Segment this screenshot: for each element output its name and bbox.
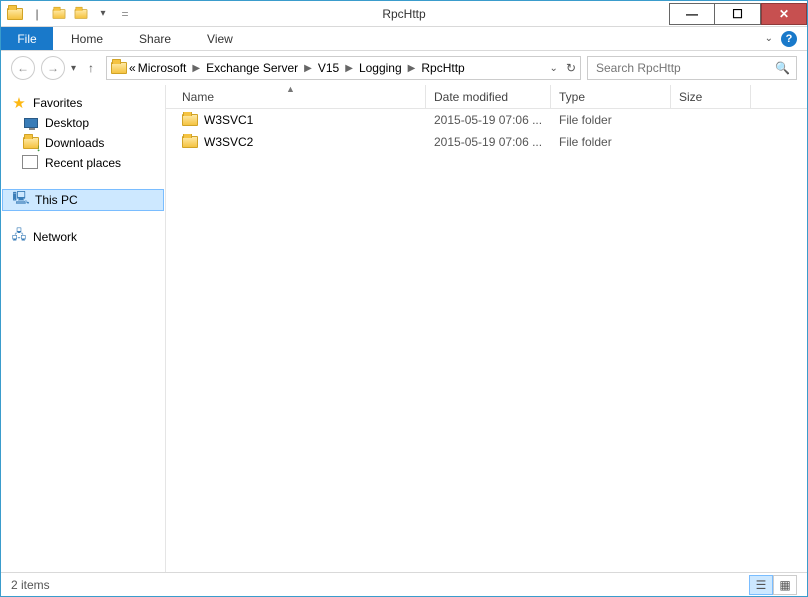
chevron-right-icon[interactable]: ▶ <box>404 63 420 74</box>
minimize-button[interactable]: — <box>669 3 715 25</box>
column-date[interactable]: Date modified <box>426 85 551 108</box>
back-button[interactable]: ← <box>11 56 35 80</box>
file-type: File folder <box>551 113 671 127</box>
sidebar-item-label: This PC <box>35 193 78 207</box>
details-view-button[interactable]: ☰ <box>749 575 773 595</box>
file-tab[interactable]: File <box>1 27 53 50</box>
file-type: File folder <box>551 135 671 149</box>
network-icon: 🖧 <box>11 229 27 245</box>
tab-home[interactable]: Home <box>53 27 121 50</box>
sidebar-item-label: Downloads <box>45 136 104 150</box>
thispc-group: 🖳 This PC <box>1 189 165 211</box>
icons-view-button[interactable]: ▦ <box>773 575 797 595</box>
search-input[interactable] <box>594 60 775 76</box>
up-button[interactable]: ↑ <box>82 59 100 77</box>
chevron-right-icon[interactable]: ▶ <box>188 63 204 74</box>
breadcrumb-item[interactable]: RpcHttp <box>421 61 464 75</box>
file-list-pane: ▲ Name Date modified Type Size W3SVC1 20… <box>166 85 807 572</box>
file-name: W3SVC1 <box>204 113 253 127</box>
recent-icon <box>23 155 39 171</box>
folder-icon <box>6 5 24 23</box>
breadcrumb-prefix[interactable]: « <box>129 61 136 75</box>
ribbon-tabs: File Home Share View ⌄ ? <box>1 27 807 51</box>
refresh-icon[interactable]: ↻ <box>566 61 576 75</box>
recent-locations-icon[interactable]: ▾ <box>71 63 76 74</box>
chevron-right-icon[interactable]: ▶ <box>341 63 357 74</box>
window-buttons: — ☐ ✕ <box>669 3 807 25</box>
search-icon[interactable]: 🔍 <box>775 61 790 75</box>
favorites-group: ★ Favorites Desktop Downloads Recent pla… <box>1 93 165 173</box>
sidebar-item-desktop[interactable]: Desktop <box>1 113 165 133</box>
close-button[interactable]: ✕ <box>761 3 807 25</box>
column-name[interactable]: Name <box>166 85 426 108</box>
maximize-button[interactable]: ☐ <box>715 3 761 25</box>
desktop-icon <box>23 115 39 131</box>
breadcrumb-item[interactable]: Microsoft <box>138 61 187 75</box>
address-bar[interactable]: « Microsoft ▶ Exchange Server ▶ V15 ▶ Lo… <box>106 56 581 80</box>
forward-button[interactable]: → <box>41 56 65 80</box>
downloads-icon <box>23 135 39 151</box>
favorites-label: Favorites <box>33 96 82 110</box>
navigation-row: ← → ▾ ↑ « Microsoft ▶ Exchange Server ▶ … <box>1 51 807 85</box>
properties-icon[interactable] <box>50 5 68 23</box>
folder-icon <box>111 60 127 76</box>
main-area: ★ Favorites Desktop Downloads Recent pla… <box>1 85 807 572</box>
favorites-header[interactable]: ★ Favorites <box>1 93 165 113</box>
sidebar-item-recent[interactable]: Recent places <box>1 153 165 173</box>
file-date: 2015-05-19 07:06 ... <box>426 113 551 127</box>
table-row[interactable]: W3SVC2 2015-05-19 07:06 ... File folder <box>166 131 807 153</box>
column-type[interactable]: Type <box>551 85 671 108</box>
address-dropdown-icon[interactable]: ⌄ <box>550 63 558 74</box>
tab-share[interactable]: Share <box>121 27 189 50</box>
new-folder-icon[interactable] <box>72 5 90 23</box>
sidebar-item-network[interactable]: 🖧 Network <box>1 227 165 247</box>
network-group: 🖧 Network <box>1 227 165 247</box>
sidebar-item-thispc[interactable]: 🖳 This PC <box>2 189 164 211</box>
status-text: 2 items <box>11 578 50 592</box>
sidebar-item-label: Network <box>33 230 77 244</box>
file-date: 2015-05-19 07:06 ... <box>426 135 551 149</box>
chevron-right-icon[interactable]: ▶ <box>300 63 316 74</box>
folder-icon <box>182 134 198 150</box>
column-size[interactable]: Size <box>671 85 751 108</box>
folder-icon <box>182 112 198 128</box>
file-name: W3SVC2 <box>204 135 253 149</box>
star-icon: ★ <box>11 95 27 111</box>
sidebar-item-label: Recent places <box>45 156 121 170</box>
qat-separator: | <box>28 5 46 23</box>
table-row[interactable]: W3SVC1 2015-05-19 07:06 ... File folder <box>166 109 807 131</box>
breadcrumb-item[interactable]: V15 <box>318 61 339 75</box>
column-headers: ▲ Name Date modified Type Size <box>166 85 807 109</box>
sidebar-item-downloads[interactable]: Downloads <box>1 133 165 153</box>
qat-overflow: = <box>116 5 134 23</box>
search-box[interactable]: 🔍 <box>587 56 797 80</box>
breadcrumb-item[interactable]: Exchange Server <box>206 61 298 75</box>
tab-view[interactable]: View <box>189 27 251 50</box>
status-bar: 2 items ☰ ▦ <box>1 572 807 596</box>
computer-icon: 🖳 <box>13 192 29 208</box>
qat-dropdown-icon[interactable]: ▾ <box>94 5 112 23</box>
ribbon-expand-icon[interactable]: ⌄ <box>765 33 773 44</box>
breadcrumb-item[interactable]: Logging <box>359 61 402 75</box>
quick-access-toolbar: | ▾ = <box>1 5 134 23</box>
title-bar: | ▾ = RpcHttp — ☐ ✕ <box>1 1 807 27</box>
sort-indicator-icon: ▲ <box>286 85 295 94</box>
sidebar-item-label: Desktop <box>45 116 89 130</box>
navigation-pane: ★ Favorites Desktop Downloads Recent pla… <box>1 85 166 572</box>
help-icon[interactable]: ? <box>781 31 797 47</box>
